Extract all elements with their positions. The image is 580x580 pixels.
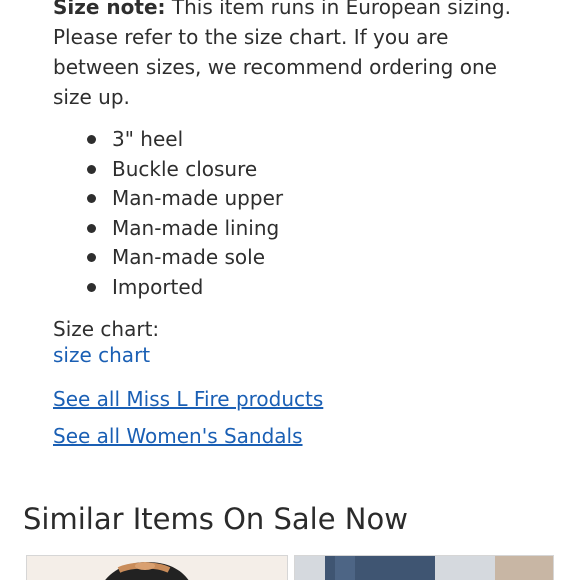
feature-item: 3" heel [53,125,283,155]
feature-item: Man-made lining [53,214,283,244]
feature-item: Buckle closure [53,155,283,185]
product-image-sandal [27,556,287,580]
product-card[interactable] [294,555,554,580]
product-details-page: Size note: This item runs in European si… [0,0,580,580]
see-all-brand-link[interactable]: See all Miss L Fire products [53,385,323,413]
similar-items-title: Similar Items On Sale Now [23,502,408,536]
product-image-model [295,556,553,580]
similar-items-carousel [26,555,556,580]
size-chart-link[interactable]: size chart [53,341,150,369]
feature-list: 3" heel Buckle closure Man-made upper Ma… [53,125,283,303]
size-note-label: Size note: [53,0,166,19]
size-note: Size note: This item runs in European si… [53,0,513,112]
size-chart-label: Size chart: [53,317,160,341]
product-card[interactable] [26,555,288,580]
feature-item: Man-made sole [53,243,283,273]
see-all-category-link[interactable]: See all Women's Sandals [53,422,303,450]
feature-item: Man-made upper [53,184,283,214]
feature-item: Imported [53,273,283,303]
